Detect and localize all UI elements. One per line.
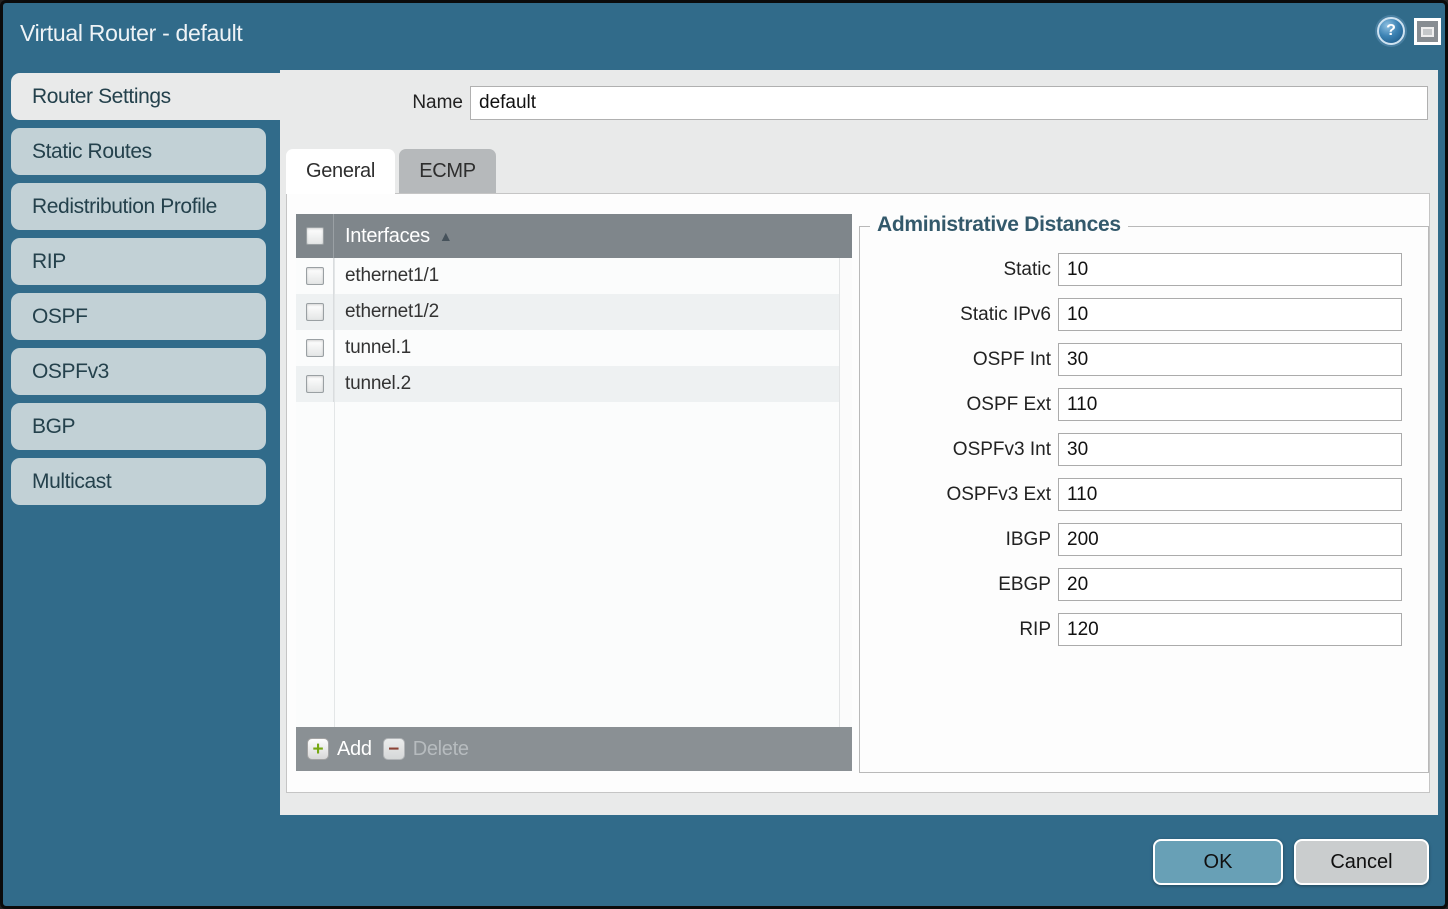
ebgp-label: EBGP (860, 574, 1051, 596)
ospf-int-input[interactable] (1058, 343, 1402, 376)
form-row: OSPF Int (860, 343, 1428, 376)
administrative-distances-title: Administrative Distances (870, 213, 1128, 237)
form-row: EBGP (860, 568, 1428, 601)
name-input[interactable] (470, 86, 1428, 120)
table-row[interactable]: tunnel.2 (296, 366, 852, 402)
select-all-checkbox[interactable] (306, 227, 324, 245)
ebgp-input[interactable] (1058, 568, 1402, 601)
sidebar-item-redistribution-profile[interactable]: Redistribution Profile (11, 183, 266, 230)
interfaces-table-body: ethernet1/1 ethernet1/2 tunnel.1 (296, 258, 852, 727)
ospfv3-ext-input[interactable] (1058, 478, 1402, 511)
ospf-int-label: OSPF Int (860, 349, 1051, 371)
form-row: Static IPv6 (860, 298, 1428, 331)
tab-general[interactable]: General (286, 149, 395, 194)
general-tab-content: Interfaces ▲ ethernet1/1 ethernet1/2 (286, 193, 1430, 793)
form-row: OSPFv3 Ext (860, 478, 1428, 511)
tab-ecmp[interactable]: ECMP (399, 149, 496, 193)
plus-icon: + (307, 738, 329, 760)
table-row[interactable]: ethernet1/1 (296, 258, 852, 294)
interface-name: tunnel.1 (345, 337, 411, 359)
column-separator (333, 214, 334, 258)
table-scrollbar[interactable] (839, 258, 852, 727)
router-settings-panel: Name General ECMP Interfaces ▲ ethe (280, 70, 1438, 815)
ok-button[interactable]: OK (1153, 839, 1283, 885)
sidebar-item-ospf[interactable]: OSPF (11, 293, 266, 340)
rip-label: RIP (860, 619, 1051, 641)
minimize-icon-glyph (1421, 27, 1434, 37)
interfaces-table-footer: + Add − Delete (296, 727, 852, 771)
dialog-title: Virtual Router - default (20, 20, 243, 47)
rip-input[interactable] (1058, 613, 1402, 646)
ospf-ext-label: OSPF Ext (860, 394, 1051, 416)
interface-name: tunnel.2 (345, 373, 411, 395)
ibgp-label: IBGP (860, 529, 1051, 551)
static-input[interactable] (1058, 253, 1402, 286)
row-checkbox[interactable] (306, 303, 324, 321)
form-row: RIP (860, 613, 1428, 646)
interfaces-table: Interfaces ▲ ethernet1/1 ethernet1/2 (296, 214, 852, 771)
delete-button-label: Delete (413, 738, 469, 761)
sidebar-item-bgp[interactable]: BGP (11, 403, 266, 450)
cancel-button[interactable]: Cancel (1294, 839, 1429, 885)
help-icon-glyph: ? (1386, 22, 1396, 40)
ospf-ext-input[interactable] (1058, 388, 1402, 421)
help-icon[interactable]: ? (1377, 17, 1405, 45)
table-row[interactable]: tunnel.1 (296, 330, 852, 366)
row-checkbox[interactable] (306, 267, 324, 285)
administrative-distances-form: Static Static IPv6 OSPF Int OSPF Ext (860, 253, 1428, 646)
interfaces-table-header[interactable]: Interfaces ▲ (296, 214, 852, 258)
ospfv3-int-input[interactable] (1058, 433, 1402, 466)
name-label: Name (280, 92, 463, 114)
minus-icon: − (383, 738, 405, 760)
delete-button[interactable]: − Delete (383, 738, 469, 761)
sidebar-item-static-routes[interactable]: Static Routes (11, 128, 266, 175)
ospfv3-int-label: OSPFv3 Int (860, 439, 1051, 461)
static-ipv6-input[interactable] (1058, 298, 1402, 331)
form-row: IBGP (860, 523, 1428, 556)
administrative-distances-fieldset: Administrative Distances Static Static I… (859, 226, 1429, 773)
sidebar-item-router-settings[interactable]: Router Settings (11, 73, 280, 120)
add-button-label: Add (337, 738, 372, 761)
sidebar-item-multicast[interactable]: Multicast (11, 458, 266, 505)
static-label: Static (860, 259, 1051, 281)
interface-name: ethernet1/1 (345, 265, 439, 287)
interface-name: ethernet1/2 (345, 301, 439, 323)
row-checkbox[interactable] (306, 339, 324, 357)
interfaces-column-header: Interfaces (345, 225, 430, 248)
virtual-router-dialog: Virtual Router - default ? Router Settin… (0, 0, 1448, 909)
minimize-icon[interactable] (1414, 18, 1441, 45)
static-ipv6-label: Static IPv6 (860, 304, 1051, 326)
table-row[interactable]: ethernet1/2 (296, 294, 852, 330)
sort-ascending-icon[interactable]: ▲ (439, 228, 453, 244)
sidebar-item-rip[interactable]: RIP (11, 238, 266, 285)
ibgp-input[interactable] (1058, 523, 1402, 556)
ospfv3-ext-label: OSPFv3 Ext (860, 484, 1051, 506)
form-row: OSPFv3 Int (860, 433, 1428, 466)
form-row: OSPF Ext (860, 388, 1428, 421)
row-checkbox[interactable] (306, 375, 324, 393)
form-row: Static (860, 253, 1428, 286)
sidebar-item-ospfv3[interactable]: OSPFv3 (11, 348, 266, 395)
column-separator (334, 258, 335, 727)
add-button[interactable]: + Add (307, 738, 372, 761)
